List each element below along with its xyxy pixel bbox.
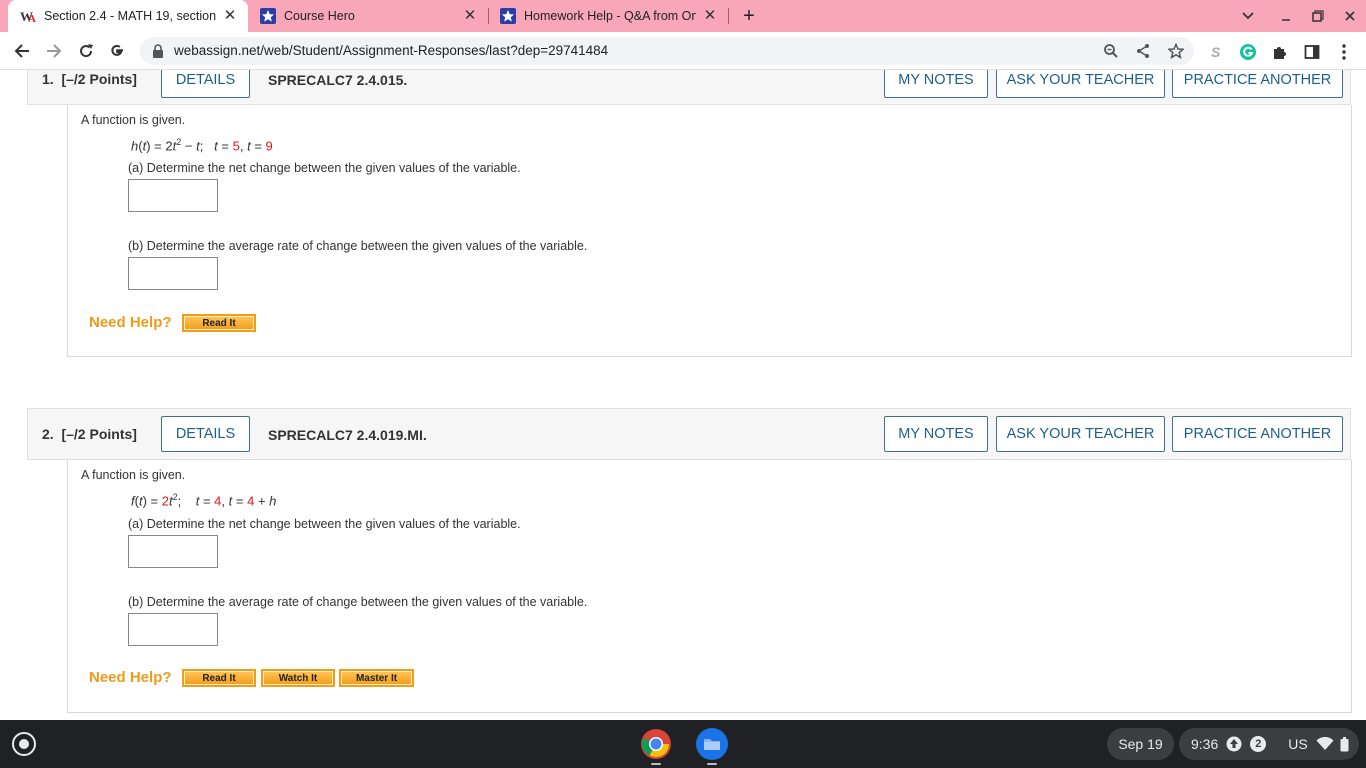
tab-course-hero[interactable]: Course Hero ✕	[248, 0, 488, 32]
tab-strip: WA Section 2.4 - MATH 19, section 6 ✕ Co…	[0, 0, 1366, 32]
need-help-label: Need Help?	[89, 314, 172, 331]
close-window-icon[interactable]	[1335, 0, 1365, 32]
svg-text:S: S	[1211, 44, 1221, 60]
question-2-body: A function is given. f(t) = 2t2; t = 4, …	[67, 460, 1352, 713]
part-b-prompt: (b) Determine the average rate of change…	[128, 239, 588, 253]
back-arrow-icon[interactable]	[9, 39, 35, 63]
question-2-header: 2. [–/2 Points] DETAILS SPRECALC7 2.4.01…	[27, 408, 1351, 460]
s-extension-icon[interactable]: S	[1206, 42, 1226, 62]
tab-title: Section 2.4 - MATH 19, section 6	[44, 9, 216, 23]
part-b-answer-input[interactable]	[128, 613, 218, 646]
part-b-prompt: (b) Determine the average rate of change…	[128, 595, 588, 609]
function-expression: h(t) = 2t2 − t; t = 5, t = 9	[131, 137, 273, 154]
battery-icon	[1340, 736, 1349, 752]
notification-icon	[1226, 736, 1242, 752]
ask-your-teacher-button[interactable]: ASK YOUR TEACHER	[996, 416, 1165, 452]
question-1-header: 1. [–/2 Points] DETAILS SPRECALC7 2.4.01…	[27, 70, 1351, 105]
practice-another-button[interactable]: PRACTICE ANOTHER	[1172, 416, 1343, 452]
question-intro: A function is given.	[81, 468, 186, 482]
star-bookmark-icon[interactable]	[1167, 42, 1185, 60]
reload-icon[interactable]	[73, 39, 99, 63]
files-icon[interactable]	[696, 728, 728, 760]
question-1-body: A function is given. h(t) = 2t2 − t; t =…	[67, 105, 1352, 357]
read-it-button[interactable]: Read It	[182, 314, 256, 332]
part-a-prompt: (a) Determine the net change between the…	[128, 517, 521, 531]
chevron-down-icon[interactable]	[1233, 0, 1263, 32]
details-button[interactable]: DETAILS	[161, 416, 250, 452]
function-expression: f(t) = 2t2; t = 4, t = 4 + h	[131, 492, 277, 509]
part-a-prompt: (a) Determine the net change between the…	[128, 161, 521, 175]
watch-it-button[interactable]: Watch It	[261, 669, 335, 687]
ask-your-teacher-button[interactable]: ASK YOUR TEACHER	[996, 70, 1165, 98]
url-text: webassign.net/web/Student/Assignment-Res…	[174, 43, 609, 58]
close-tab-icon[interactable]: ✕	[462, 8, 478, 24]
lock-icon[interactable]	[152, 44, 164, 63]
coursehero-icon	[260, 8, 276, 24]
page-content: 1. [–/2 Points] DETAILS SPRECALC7 2.4.01…	[0, 70, 1366, 720]
google-icon[interactable]	[104, 39, 130, 63]
master-it-button[interactable]: Master It	[339, 669, 414, 687]
os-shelf: Sep 19 9:36 2 US	[0, 720, 1366, 768]
tab-webassign[interactable]: WA Section 2.4 - MATH 19, section 6 ✕	[8, 0, 248, 32]
read-it-button[interactable]: Read It	[182, 669, 256, 687]
locale-text: US	[1288, 736, 1308, 752]
extensions-puzzle-icon[interactable]	[1270, 42, 1290, 62]
coursehero-icon	[500, 8, 516, 24]
close-tab-icon[interactable]: ✕	[702, 8, 718, 24]
zoom-icon[interactable]	[1102, 42, 1120, 60]
my-notes-button[interactable]: MY NOTES	[884, 70, 988, 98]
date-pill[interactable]: Sep 19	[1107, 728, 1174, 760]
need-help-label: Need Help?	[89, 669, 172, 686]
tab-title: Course Hero	[284, 9, 355, 23]
share-icon[interactable]	[1134, 42, 1152, 60]
forward-arrow-icon[interactable]	[41, 39, 67, 63]
clock-text: 9:36	[1191, 736, 1219, 752]
question-number: 2. [–/2 Points]	[42, 426, 137, 442]
question-code: SPRECALC7 2.4.019.MI.	[268, 427, 427, 443]
notification-count-badge: 2	[1250, 736, 1267, 752]
wifi-icon	[1316, 737, 1334, 751]
restore-icon[interactable]	[1303, 0, 1333, 32]
status-tray[interactable]: 9:36 2 US	[1179, 728, 1359, 760]
question-number: 1. [–/2 Points]	[42, 71, 137, 87]
my-notes-button[interactable]: MY NOTES	[884, 416, 988, 452]
chrome-icon[interactable]	[640, 728, 672, 760]
kebab-menu-icon[interactable]	[1334, 42, 1354, 62]
tab-homework-help[interactable]: Homework Help - Q&A from Onli ✕	[488, 0, 728, 32]
side-panel-icon[interactable]	[1302, 42, 1322, 62]
part-b-answer-input[interactable]	[128, 257, 218, 290]
tab-separator	[728, 8, 729, 24]
launcher-icon[interactable]	[12, 732, 36, 756]
date-text: Sep 19	[1118, 736, 1163, 752]
practice-another-button[interactable]: PRACTICE ANOTHER	[1172, 70, 1343, 98]
tab-title: Homework Help - Q&A from Onli	[524, 9, 696, 23]
webassign-icon: WA	[20, 8, 36, 24]
details-button[interactable]: DETAILS	[161, 70, 250, 98]
running-indicator	[651, 763, 661, 765]
question-intro: A function is given.	[81, 113, 186, 127]
question-code: SPRECALC7 2.4.015.	[268, 72, 408, 88]
svg-text:A: A	[28, 13, 36, 23]
close-tab-icon[interactable]: ✕	[222, 8, 238, 24]
part-a-answer-input[interactable]	[128, 535, 218, 568]
address-bar[interactable]: webassign.net/web/Student/Assignment-Res…	[140, 37, 1194, 65]
part-a-answer-input[interactable]	[128, 179, 218, 212]
browser-toolbar: webassign.net/web/Student/Assignment-Res…	[0, 32, 1366, 70]
running-indicator	[707, 763, 717, 765]
new-tab-icon[interactable]: +	[738, 5, 760, 27]
minimize-icon[interactable]	[1271, 0, 1301, 32]
grammarly-icon[interactable]	[1238, 42, 1258, 62]
